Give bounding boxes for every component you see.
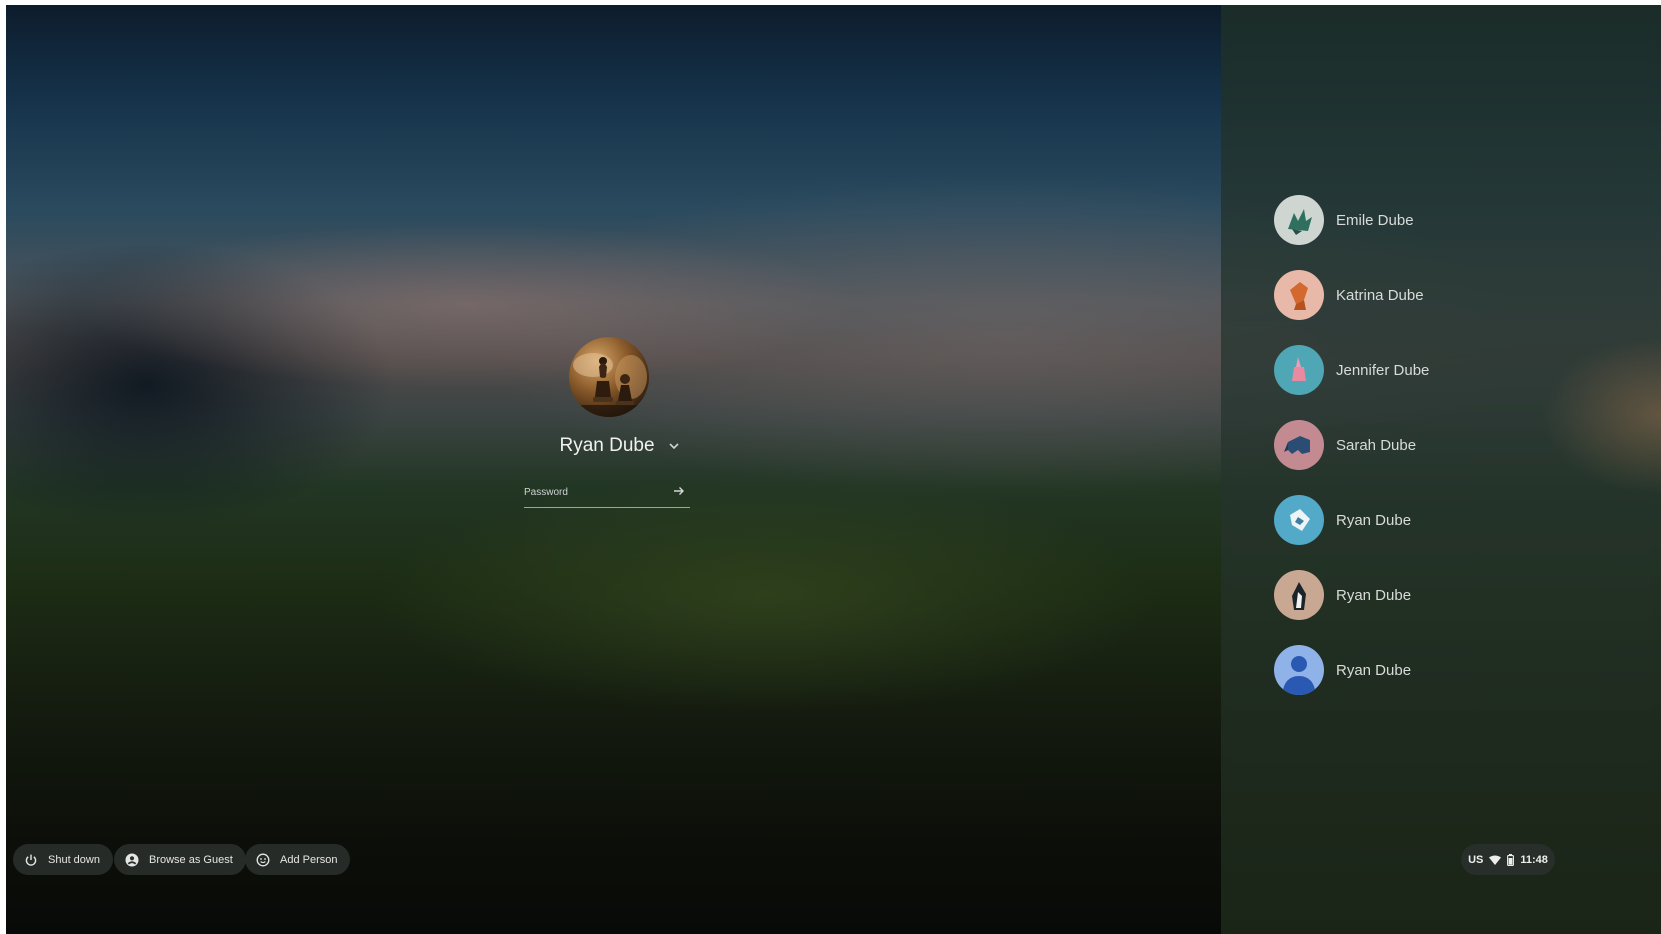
add-person-label: Add Person: [280, 853, 338, 866]
guest-person-icon: [125, 853, 139, 866]
shutdown-label: Shut down: [48, 853, 100, 866]
battery-icon: [1507, 853, 1515, 866]
origami-dragon-avatar: [1274, 195, 1324, 245]
user-name: Ryan Dube: [1336, 511, 1412, 529]
default-person-avatar: [1274, 645, 1324, 695]
keyboard-layout-indicator: US: [1468, 853, 1484, 866]
selected-user-avatar: [569, 337, 649, 417]
origami-elephant-avatar: [1274, 420, 1324, 470]
add-person-button[interactable]: Add Person: [245, 844, 351, 875]
user-name: Ryan Dube: [1336, 586, 1412, 604]
chevron-down-icon[interactable]: [667, 439, 681, 453]
user-list-item-ryan-dube-3[interactable]: Ryan Dube: [1274, 645, 1411, 695]
user-list-item-ryan-dube-1[interactable]: Ryan Dube: [1274, 495, 1411, 545]
origami-fox-avatar: [1274, 270, 1324, 320]
password-input[interactable]: [524, 483, 664, 501]
selected-user-name: Ryan Dube: [559, 435, 655, 456]
user-name: Katrina Dube: [1336, 286, 1424, 304]
origami-rabbit-avatar: [1274, 345, 1324, 395]
wifi-icon: [1489, 855, 1502, 865]
browse-as-guest-button[interactable]: Browse as Guest: [114, 844, 246, 875]
user-list-item-jennifer-dube[interactable]: Jennifer Dube: [1274, 345, 1429, 395]
power-icon: [25, 854, 37, 866]
chess-pieces-image: [569, 353, 649, 417]
clock: 11:48: [1520, 853, 1548, 866]
user-list-item-sarah-dube[interactable]: Sarah Dube: [1274, 420, 1416, 470]
add-person-icon: [256, 853, 270, 866]
origami-penguin-avatar: [1274, 570, 1324, 620]
user-name: Emile Dube: [1336, 211, 1414, 229]
user-name: Jennifer Dube: [1336, 361, 1430, 379]
user-list-item-emile-dube[interactable]: Emile Dube: [1274, 195, 1414, 245]
user-list-item-ryan-dube-2[interactable]: Ryan Dube: [1274, 570, 1411, 620]
user-name: Ryan Dube: [1336, 661, 1412, 679]
origami-fish-avatar: [1274, 495, 1324, 545]
shutdown-button[interactable]: Shut down: [13, 844, 113, 875]
user-list-item-katrina-dube[interactable]: Katrina Dube: [1274, 270, 1424, 320]
status-tray[interactable]: US 11:48: [1461, 844, 1555, 875]
user-name: Sarah Dube: [1336, 436, 1417, 454]
arrow-right-icon[interactable]: [672, 484, 686, 498]
guest-label: Browse as Guest: [149, 853, 233, 866]
password-field[interactable]: [524, 481, 690, 508]
selected-user-row[interactable]: Ryan Dube: [540, 432, 700, 460]
